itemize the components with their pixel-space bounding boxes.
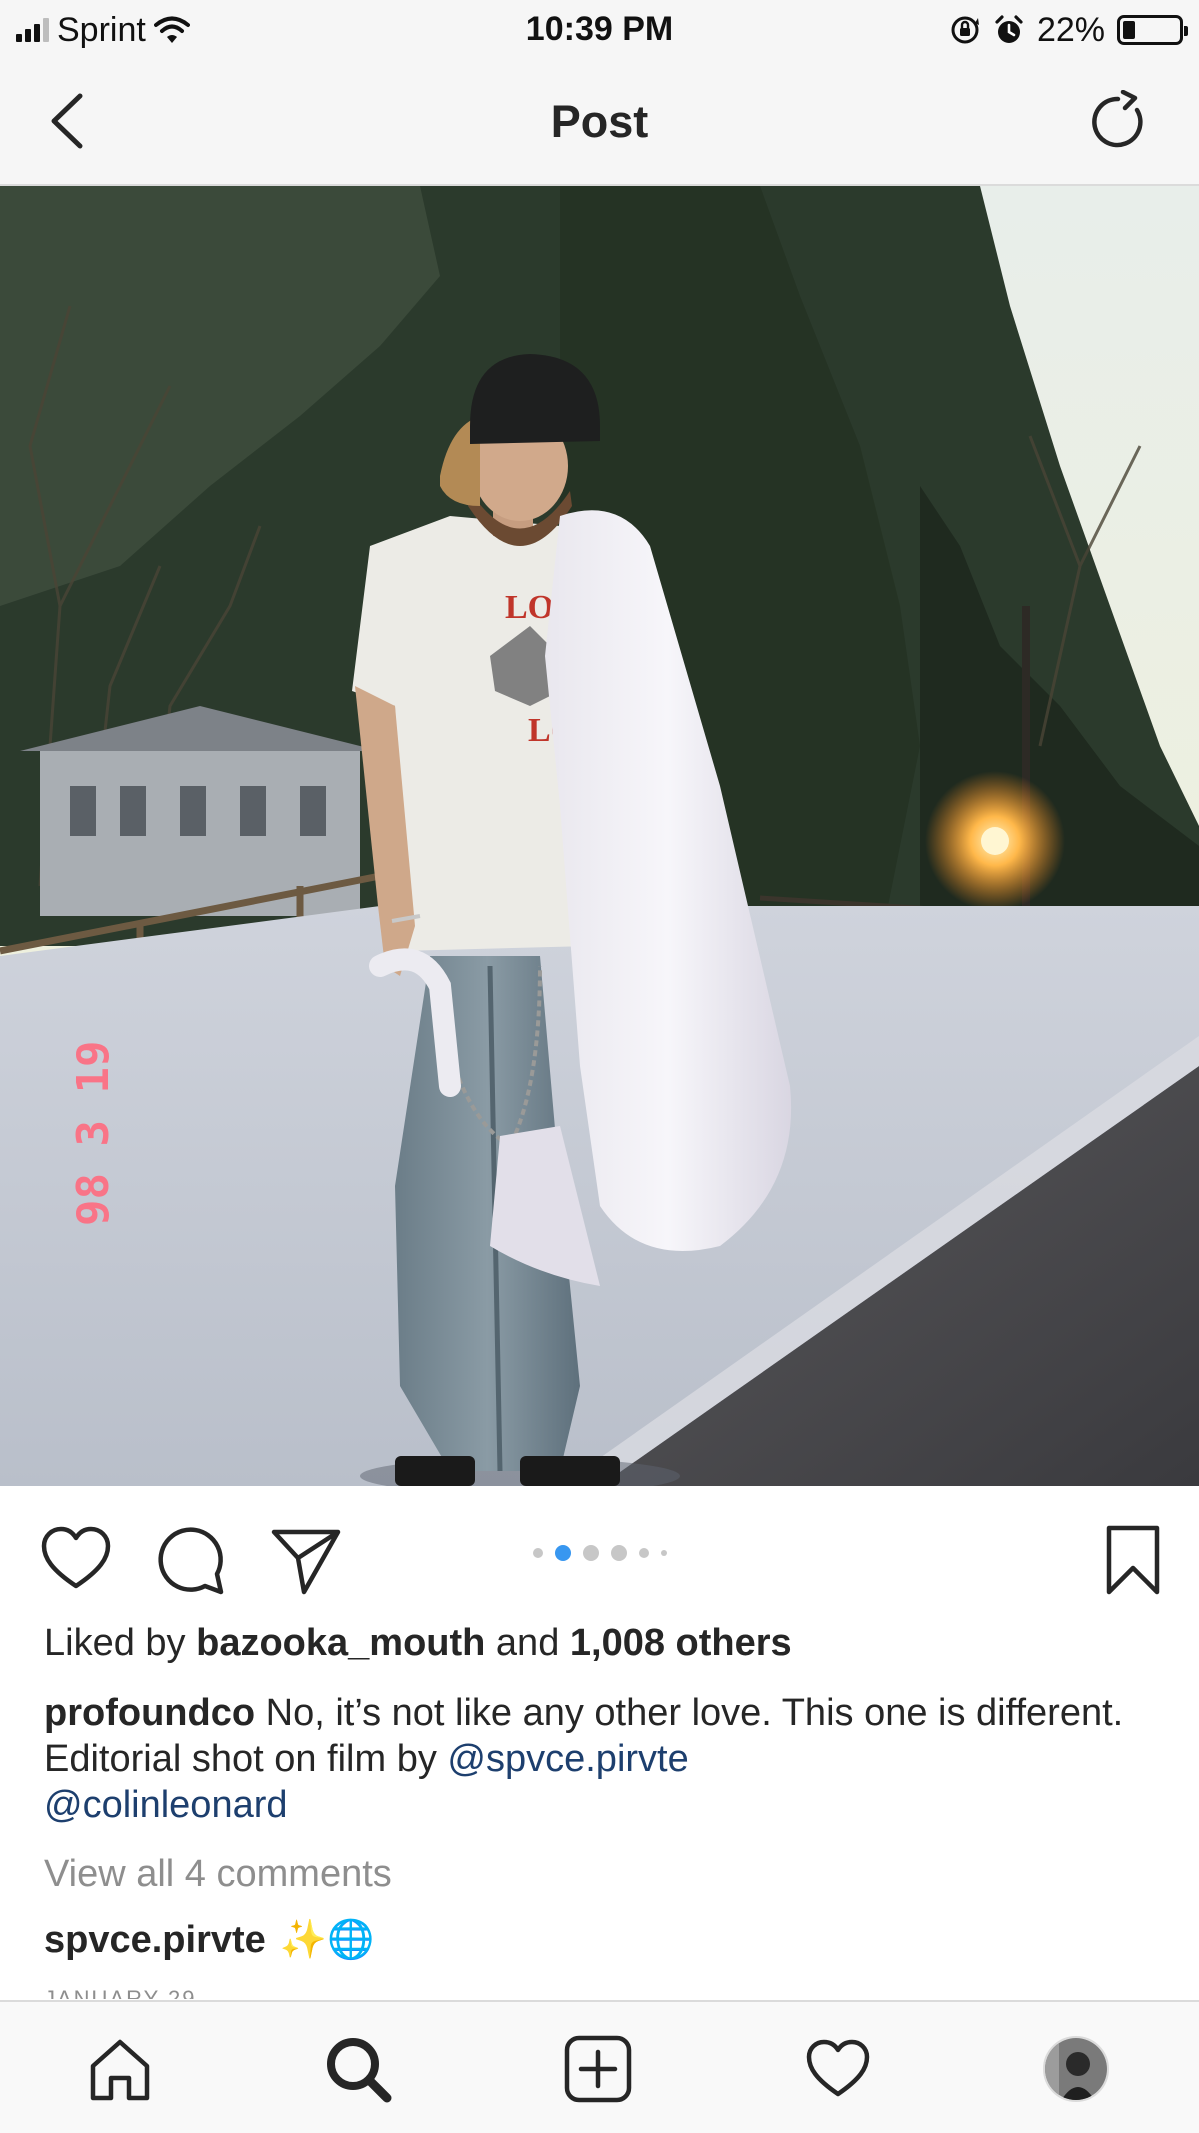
orientation-lock-icon: [951, 16, 979, 44]
status-right: 22%: [949, 10, 1188, 50]
likes-prefix: Liked by: [44, 1622, 186, 1664]
caption-mention-2[interactable]: @colinleonard: [44, 1784, 288, 1826]
battery-icon: [1117, 15, 1188, 45]
battery-fill: [1123, 21, 1135, 39]
comment-username[interactable]: spvce.pirvte: [44, 1919, 266, 1962]
tab-bar: [0, 2000, 1199, 2133]
carousel-dot: [582, 1545, 599, 1561]
likes-conjunction: and: [495, 1622, 560, 1664]
refresh-button[interactable]: [1087, 90, 1151, 154]
home-icon[interactable]: [85, 2034, 155, 2104]
add-post-icon[interactable]: [563, 2034, 633, 2104]
post-photo[interactable]: LOST LOV 98 3 19: [0, 186, 1199, 1486]
search-icon[interactable]: [323, 2034, 393, 2104]
post-caption: profoundco No, it’s not like any other l…: [44, 1690, 1154, 1828]
caption-username[interactable]: profoundco: [44, 1692, 255, 1734]
carousel-dot: [660, 1550, 667, 1556]
carousel-dot: [638, 1548, 649, 1558]
carousel-dot: [532, 1548, 543, 1558]
liked-by-user[interactable]: bazooka_mouth: [196, 1622, 485, 1664]
carousel-dot: [610, 1545, 627, 1561]
profile-avatar[interactable]: [1043, 2036, 1109, 2102]
film-date-stamp: 98 3 19: [68, 1041, 119, 1226]
comment-text: ✨🌐: [279, 1919, 375, 1961]
view-all-comments-link[interactable]: View all 4 comments: [44, 1853, 392, 1896]
carousel-dot: [554, 1545, 571, 1561]
comment-row: spvce.pirvte ✨🌐: [44, 1918, 374, 1962]
likes-count[interactable]: 1,008 others: [570, 1622, 792, 1664]
likes-line: Liked by bazooka_mouth and 1,008 others: [44, 1622, 792, 1665]
caption-mention-1[interactable]: @spvce.pirvte: [447, 1738, 688, 1780]
nav-header: Post: [0, 60, 1199, 186]
activity-heart-icon[interactable]: [803, 2034, 873, 2104]
page-title: Post: [550, 96, 649, 147]
battery-percent: 22%: [1036, 10, 1105, 49]
alarm-icon: [995, 15, 1023, 43]
avatar-image: [1045, 2038, 1107, 2100]
post-date: JANUARY 29: [44, 1986, 197, 1999]
carousel-indicator: [0, 1545, 1199, 1561]
status-bar: Sprint 10:39 PM 22%: [0, 0, 1199, 60]
photo-illustration: LOST LOV 98 3 19: [0, 186, 1199, 1486]
